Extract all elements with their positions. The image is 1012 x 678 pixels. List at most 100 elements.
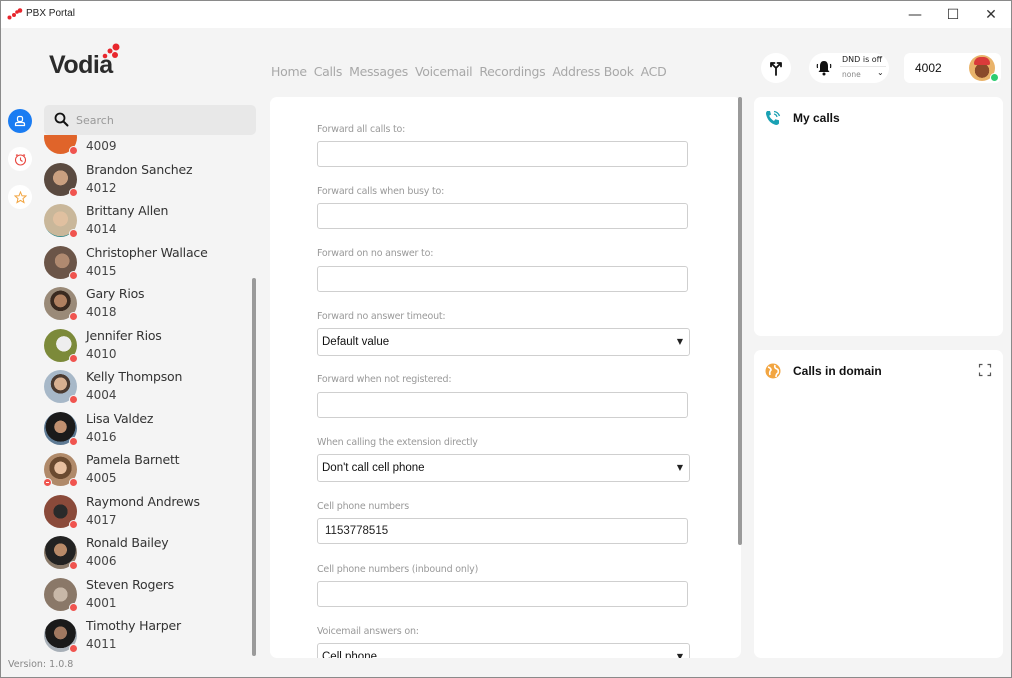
- no-answer-timeout-value: Default value: [322, 336, 390, 348]
- presence-offline-indicator: [69, 353, 78, 363]
- call-routing-button[interactable]: [761, 53, 791, 83]
- calling-extension-label: When calling the extension directly: [317, 437, 478, 448]
- contact-name: Kelly Thompson: [86, 369, 183, 384]
- contact-item[interactable]: Gary Rios 4018: [43, 284, 248, 324]
- contact-item[interactable]: Jennifer Rios 4010: [43, 326, 248, 366]
- contact-item[interactable]: Kelly Thompson 4004: [43, 367, 248, 407]
- my-calls-title: My calls: [793, 111, 840, 125]
- minimize-icon: —: [908, 6, 922, 23]
- title-bar: PBX Portal — ☐ ✕: [1, 1, 1011, 28]
- forward-busy-input[interactable]: [317, 203, 688, 229]
- voicemail-answers-label: Voicemail answers on:: [317, 626, 419, 637]
- window-title: PBX Portal: [26, 8, 75, 19]
- contact-item[interactable]: Pamela Barnett 4005: [43, 450, 248, 490]
- my-calls-card: My calls: [754, 97, 1003, 336]
- cell-phone-numbers-input[interactable]: [317, 518, 688, 544]
- dropdown-arrow-icon: ▼: [676, 337, 683, 346]
- cell-phone-inbound-input[interactable]: [317, 581, 688, 607]
- forward-not-registered-input[interactable]: [317, 392, 688, 418]
- maximize-button[interactable]: ☐: [933, 1, 973, 28]
- expand-icon[interactable]: [978, 363, 992, 377]
- nav-calls[interactable]: Calls: [314, 64, 343, 79]
- no-answer-timeout-label: Forward no answer timeout:: [317, 311, 446, 322]
- nav-recordings[interactable]: Recordings: [479, 64, 545, 79]
- rail-contacts-button[interactable]: [8, 109, 32, 133]
- nav-messages[interactable]: Messages: [349, 64, 408, 79]
- contact-extension: 4010: [86, 346, 117, 361]
- presence-offline-indicator: [69, 270, 78, 280]
- nav-voicemail[interactable]: Voicemail: [415, 64, 473, 79]
- contact-name: Raymond Andrews: [86, 493, 200, 509]
- voicemail-answers-select[interactable]: Cell phone ▼: [317, 643, 690, 658]
- maximize-icon: ☐: [946, 6, 960, 23]
- dnd-toggle[interactable]: DND is off none ⌄: [809, 53, 889, 83]
- logo-dots-icon: [102, 43, 120, 59]
- phone-ringing-icon: [766, 110, 781, 125]
- close-button[interactable]: ✕: [971, 1, 1011, 28]
- forward-all-label: Forward all calls to:: [317, 124, 406, 135]
- calls-in-domain-card: Calls in domain: [754, 350, 1003, 658]
- minimize-button[interactable]: —: [895, 1, 935, 28]
- contact-name: Brittany Allen: [86, 203, 169, 218]
- contact-list: 4009 Brandon Sanchez 4012 Brittany Allen…: [39, 135, 254, 655]
- contact-item[interactable]: Ronald Bailey 4006: [43, 533, 248, 573]
- contact-item[interactable]: Timothy Harper 4011: [43, 616, 248, 655]
- presence-offline-indicator: [69, 187, 78, 197]
- presence-offline-indicator: [69, 146, 78, 155]
- rail-favorites-button[interactable]: [8, 185, 32, 209]
- calling-extension-select[interactable]: Don't call cell phone ▼: [317, 454, 690, 482]
- user-extension-box[interactable]: 4002: [904, 53, 1001, 83]
- contact-item[interactable]: Raymond Andrews 4017: [43, 492, 248, 532]
- contact-item[interactable]: Christopher Wallace 4015: [43, 243, 248, 283]
- contact-name: Gary Rios: [86, 286, 145, 301]
- nav-acd[interactable]: ACD: [641, 64, 667, 79]
- presence-offline-indicator: [69, 478, 78, 487]
- contact-extension: 4018: [86, 305, 117, 319]
- contact-extension: 4006: [86, 554, 117, 568]
- rail-history-button[interactable]: [8, 147, 32, 171]
- contact-extension: 4011: [86, 637, 117, 651]
- settings-scrollbar[interactable]: [738, 97, 742, 545]
- contact-extension: 4012: [86, 180, 117, 195]
- nav-home[interactable]: Home: [271, 64, 307, 79]
- dnd-indicator-icon: [43, 478, 52, 487]
- contact-item[interactable]: Steven Rogers 4001: [43, 575, 248, 615]
- dnd-divider: [840, 66, 886, 67]
- contact-name: Pamela Barnett: [86, 452, 180, 467]
- user-presence-indicator: [990, 73, 999, 82]
- contact-item[interactable]: Brittany Allen 4014: [43, 201, 248, 241]
- presence-offline-indicator: [69, 644, 78, 653]
- contact-extension: 4015: [86, 263, 117, 278]
- presence-offline-indicator: [69, 519, 78, 529]
- contact-extension: 4017: [86, 512, 117, 527]
- contact-item[interactable]: Lisa Valdez 4016: [43, 409, 248, 449]
- person-icon: [14, 115, 26, 127]
- close-icon: ✕: [985, 6, 997, 23]
- contact-extension: 4005: [86, 471, 117, 485]
- vodia-logo[interactable]: Vodia: [49, 43, 129, 83]
- presence-offline-indicator: [69, 602, 78, 612]
- contact-extension: 4001: [86, 595, 117, 610]
- contact-item[interactable]: Brandon Sanchez 4012: [43, 160, 248, 200]
- forward-no-answer-input[interactable]: [317, 266, 688, 292]
- search-icon: [54, 112, 69, 127]
- contact-item[interactable]: 4009: [43, 135, 248, 158]
- contact-name: Timothy Harper: [86, 618, 181, 633]
- main-nav: Home Calls Messages Voicemail Recordings…: [271, 64, 673, 79]
- dnd-status-text: DND is off: [842, 55, 883, 64]
- chevron-down-icon[interactable]: ⌄: [877, 68, 884, 77]
- contact-search[interactable]: [44, 105, 256, 135]
- nav-address-book[interactable]: Address Book: [552, 64, 634, 79]
- presence-offline-indicator: [69, 312, 78, 321]
- contact-extension: 4014: [86, 222, 117, 236]
- contact-name: Lisa Valdez: [86, 410, 154, 426]
- contact-extension: 4009: [86, 139, 117, 153]
- forward-all-input[interactable]: [317, 141, 688, 167]
- no-answer-timeout-select[interactable]: Default value ▼: [317, 328, 690, 356]
- dnd-mode-select[interactable]: none: [842, 70, 861, 79]
- search-input[interactable]: [76, 111, 246, 129]
- calling-extension-value: Don't call cell phone: [322, 462, 425, 474]
- cell-phone-numbers-label: Cell phone numbers: [317, 501, 409, 512]
- contact-name: Ronald Bailey: [86, 535, 169, 550]
- contact-list-scrollbar[interactable]: [252, 278, 256, 656]
